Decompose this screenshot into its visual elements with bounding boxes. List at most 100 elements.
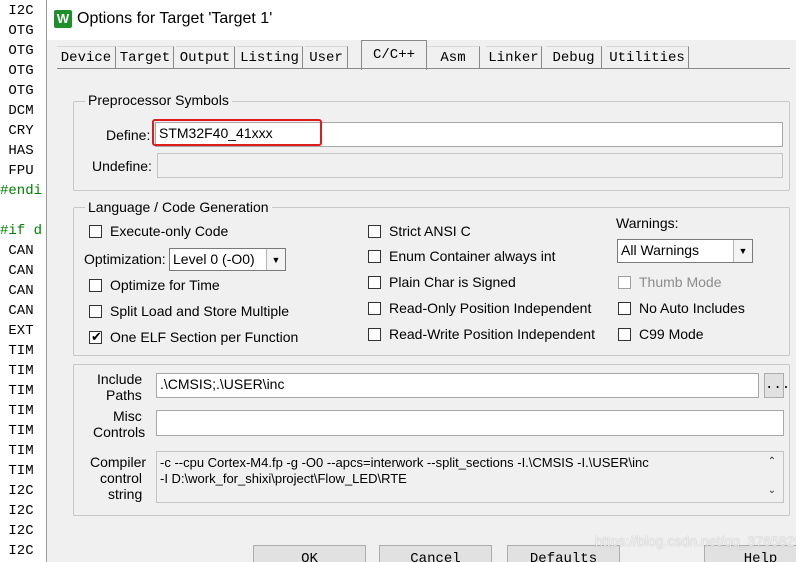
- c99-mode-label: C99 Mode: [639, 326, 704, 342]
- misc-label-line2: Controls: [93, 424, 146, 440]
- code-line: TIM: [0, 403, 34, 419]
- thumb-mode-label: Thumb Mode: [639, 274, 722, 290]
- watermark-text: https://blog.csdn.net/qq_37658298: [595, 533, 797, 549]
- code-line: HAS: [0, 143, 34, 159]
- compiler-control-text: -c --cpu Cortex-M4.fp -g -O0 --apcs=inte…: [156, 451, 784, 503]
- tab-device[interactable]: Device: [57, 46, 116, 69]
- code-line: TIM: [0, 363, 34, 379]
- include-browse-button[interactable]: ...: [764, 373, 790, 398]
- code-line: I2C: [0, 523, 34, 539]
- scroll-up-icon[interactable]: ⌃: [764, 454, 780, 470]
- compiler-control-line1: -c --cpu Cortex-M4.fp -g -O0 --apcs=inte…: [160, 455, 649, 470]
- ro-position-label: Read-Only Position Independent: [389, 300, 592, 316]
- undefine-label: Undefine:: [92, 158, 152, 174]
- tab-linker[interactable]: Linker: [486, 46, 542, 69]
- plain-char-checkbox[interactable]: [368, 276, 381, 289]
- code-line: FPU: [0, 163, 34, 179]
- code-line: OTG: [0, 63, 34, 79]
- no-auto-includes-checkbox[interactable]: [618, 302, 631, 315]
- code-line: CAN: [0, 263, 34, 279]
- enum-container-checkbox[interactable]: [368, 250, 381, 263]
- tab-output[interactable]: Output: [176, 46, 235, 69]
- define-label: Define:: [106, 127, 151, 143]
- tab-listing[interactable]: Listing: [237, 46, 303, 69]
- code-line: I2C: [0, 3, 34, 19]
- code-line: DCM: [0, 103, 34, 119]
- code-line: #endi: [0, 183, 43, 199]
- tab-debug[interactable]: Debug: [546, 46, 602, 69]
- thumb-mode-checkbox[interactable]: [618, 276, 631, 289]
- code-line: CAN: [0, 243, 34, 259]
- define-highlight-box: [152, 119, 322, 146]
- tab-asm[interactable]: Asm: [427, 46, 480, 69]
- optimize-time-checkbox[interactable]: [89, 279, 102, 292]
- tab-user[interactable]: User: [305, 46, 348, 69]
- strict-ansi-checkbox[interactable]: [368, 225, 381, 238]
- include-label-line1: Include: [97, 371, 143, 387]
- keil-app-icon: W: [54, 10, 72, 28]
- compiler-label-line3: string: [108, 486, 143, 502]
- optimization-value: Level 0 (-O0): [173, 251, 255, 267]
- language-group-title: Language / Code Generation: [85, 199, 272, 215]
- enum-container-label: Enum Container always int: [389, 248, 556, 264]
- code-line: I2C: [0, 543, 34, 559]
- warnings-select[interactable]: All Warnings ▼: [617, 239, 753, 263]
- include-paths-input[interactable]: .\CMSIS;.\USER\inc: [156, 373, 759, 398]
- code-line: I2C: [0, 503, 34, 519]
- code-line: CAN: [0, 303, 34, 319]
- scroll-down-icon[interactable]: ⌄: [764, 483, 780, 499]
- title-bar: W Options for Target 'Target 1': [47, 0, 797, 40]
- dialog-title: Options for Target 'Target 1': [77, 10, 273, 27]
- chevron-down-icon: ▼: [266, 249, 285, 270]
- include-label-line2: Paths: [106, 387, 142, 403]
- one-elf-label: One ELF Section per Function: [110, 329, 299, 345]
- ok-button[interactable]: OK: [253, 545, 366, 562]
- code-line: TIM: [0, 463, 34, 479]
- optimization-select[interactable]: Level 0 (-O0) ▼: [169, 248, 286, 271]
- code-line: OTG: [0, 23, 34, 39]
- code-line: I2C: [0, 483, 34, 499]
- misc-label-line1: Misc: [113, 408, 142, 424]
- code-line: TIM: [0, 343, 34, 359]
- rw-position-checkbox[interactable]: [368, 328, 381, 341]
- chevron-down-icon: ▼: [733, 240, 752, 262]
- code-line: TIM: [0, 383, 34, 399]
- code-line: OTG: [0, 83, 34, 99]
- c99-mode-checkbox[interactable]: [618, 328, 631, 341]
- window-edge: [796, 0, 803, 562]
- undefine-input[interactable]: [157, 153, 783, 178]
- warnings-value: All Warnings: [621, 242, 700, 258]
- no-auto-includes-label: No Auto Includes: [639, 300, 745, 316]
- misc-controls-input[interactable]: [156, 410, 784, 436]
- one-elf-checkmark: ✔: [91, 329, 102, 344]
- tab-utilities[interactable]: Utilities: [606, 46, 689, 69]
- code-line: TIM: [0, 443, 34, 459]
- code-line: TIM: [0, 423, 34, 439]
- split-load-checkbox[interactable]: [89, 305, 102, 318]
- warnings-label: Warnings:: [616, 215, 679, 231]
- rw-position-label: Read-Write Position Independent: [389, 326, 595, 342]
- compiler-label-line2: control: [100, 470, 143, 486]
- compiler-label-line1: Compiler: [90, 454, 147, 470]
- code-line: CAN: [0, 283, 34, 299]
- execute-only-label: Execute-only Code: [110, 223, 229, 239]
- plain-char-label: Plain Char is Signed: [389, 274, 516, 290]
- ro-position-checkbox[interactable]: [368, 302, 381, 315]
- optimize-time-label: Optimize for Time: [110, 277, 220, 293]
- code-line: OTG: [0, 43, 34, 59]
- strict-ansi-label: Strict ANSI C: [389, 223, 471, 239]
- tab-target[interactable]: Target: [117, 46, 174, 69]
- tab-divider: [57, 68, 790, 69]
- options-dialog: W Options for Target 'Target 1' Device T…: [46, 0, 797, 562]
- one-elf-checkbox[interactable]: ✔: [89, 329, 102, 344]
- cancel-button[interactable]: Cancel: [379, 545, 492, 562]
- execute-only-checkbox[interactable]: [89, 225, 102, 238]
- compiler-control-line2: -I D:\work_for_shixi\project\Flow_LED\RT…: [160, 471, 407, 486]
- preprocessor-group-title: Preprocessor Symbols: [85, 92, 232, 108]
- tab-c-cpp[interactable]: C/C++: [361, 40, 427, 70]
- code-line: #if d: [0, 223, 43, 239]
- code-line: EXT: [0, 323, 34, 339]
- code-line: CRY: [0, 123, 34, 139]
- optimization-label: Optimization:: [84, 251, 166, 267]
- split-load-label: Split Load and Store Multiple: [110, 303, 289, 319]
